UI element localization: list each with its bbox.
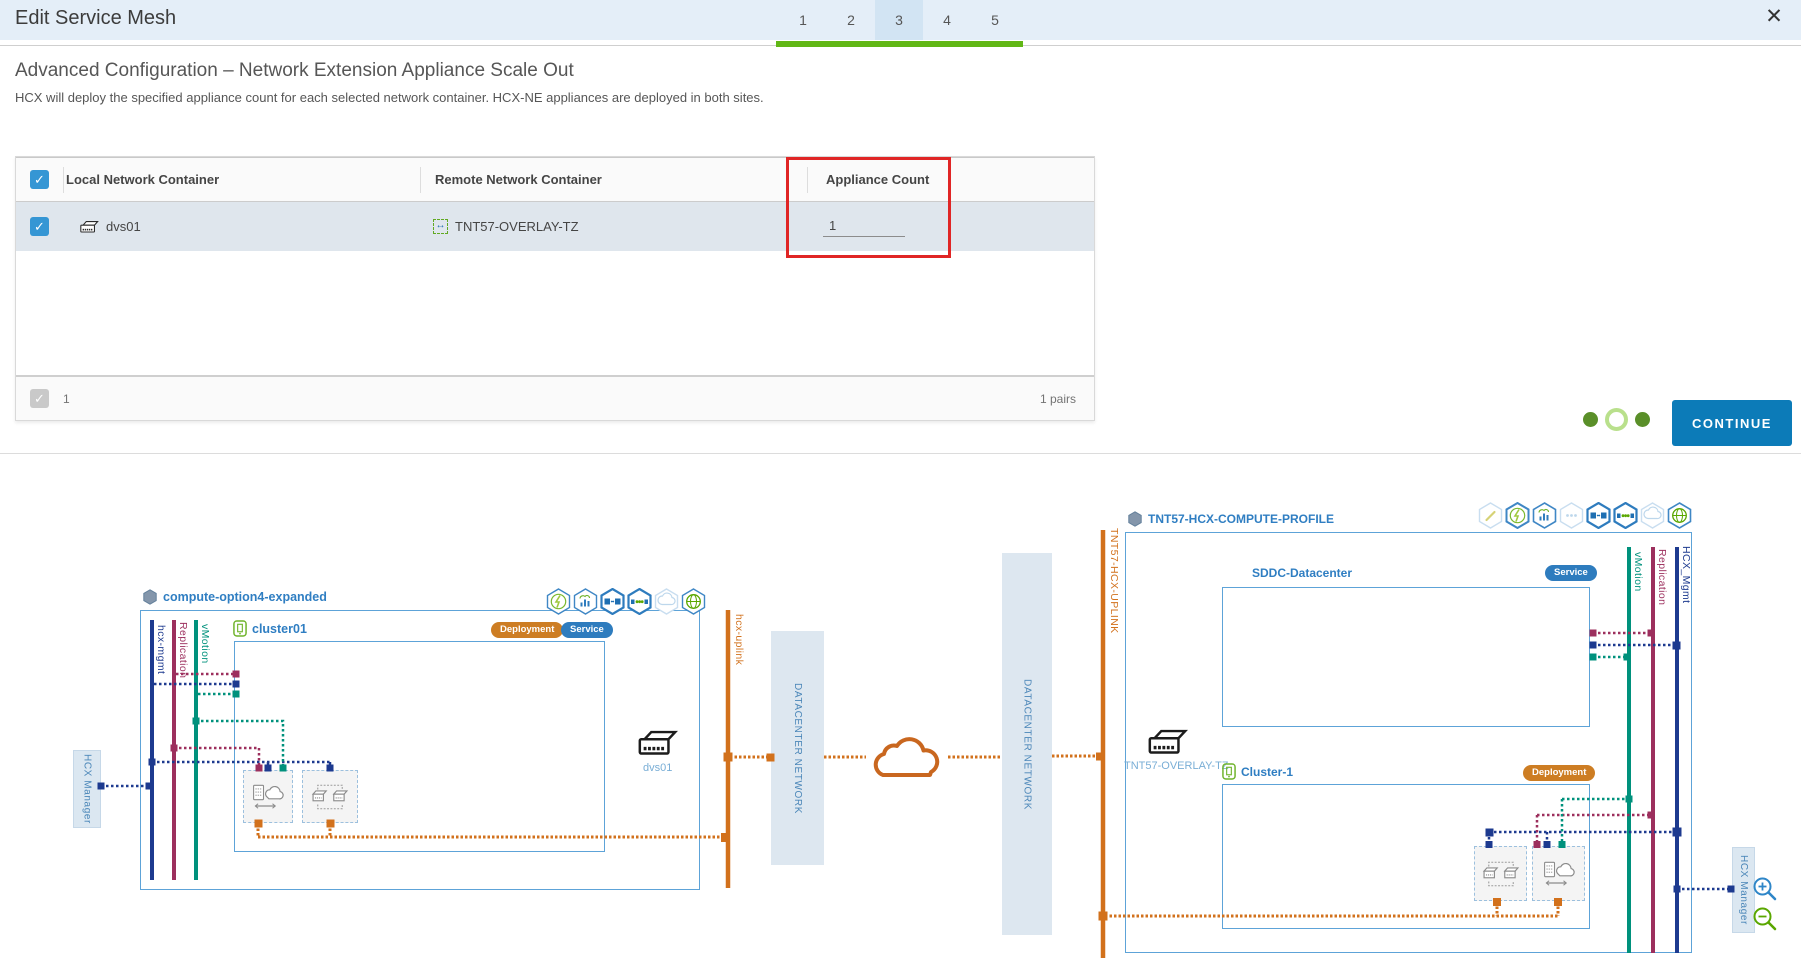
- deployment-badge: Deployment: [491, 622, 564, 638]
- appliance-count-input[interactable]: [823, 216, 905, 237]
- select-all-checkbox[interactable]: [30, 170, 49, 189]
- left-uplink-label: hcx-uplink: [733, 614, 745, 666]
- transport-zone-icon: ↔: [433, 219, 448, 234]
- traffic-dots-hex-icon[interactable]: [627, 588, 652, 615]
- left-net-label-replication: Replication: [177, 622, 189, 679]
- table-header-row: Local Network Container Remote Network C…: [16, 157, 1094, 202]
- ix-appliance-icon: [1543, 861, 1575, 886]
- right-net-label-vmotion: vMotion: [1632, 552, 1644, 592]
- row-checkbox[interactable]: [30, 217, 49, 236]
- right-cluster-title: Cluster-1: [1222, 763, 1293, 780]
- right-profile-title: TNT57-HCX-COMPUTE-PROFILE: [1128, 511, 1334, 527]
- step-2[interactable]: 2: [827, 0, 875, 40]
- service-badge: Service: [1545, 565, 1597, 581]
- local-container-name: dvs01: [106, 219, 141, 234]
- right-ne-appliance-box: [1474, 846, 1527, 901]
- overlay-tz-label: TNT57-OVERLAY-TZ: [1124, 760, 1229, 772]
- table-row[interactable]: dvs01 ↔ TNT57-OVERLAY-TZ: [16, 202, 1094, 251]
- page-title: Edit Service Mesh: [15, 7, 177, 29]
- network-extension-hex-icon[interactable]: [600, 588, 625, 615]
- column-header-remote: Remote Network Container: [435, 172, 602, 187]
- cloud-hex-icon[interactable]: [654, 588, 679, 615]
- right-net-label-mgmt: HCX_Mgmt: [1680, 546, 1692, 604]
- selected-count: 1: [63, 391, 70, 406]
- section-heading: Advanced Configuration – Network Extensi…: [15, 60, 574, 81]
- step-1[interactable]: 1: [779, 0, 827, 40]
- section-description: HCX will deploy the specified appliance …: [15, 90, 764, 105]
- dvs01-switch-icon: [638, 730, 678, 755]
- sddc-datacenter-title: SDDC-Datacenter: [1252, 566, 1353, 580]
- progress-dot-active: [1605, 408, 1628, 431]
- ne-appliance-icon: [1482, 861, 1519, 886]
- cluster-icon: [233, 620, 247, 637]
- left-cluster-title: cluster01: [233, 620, 307, 637]
- left-service-icon-row: [546, 588, 706, 615]
- left-ne-appliance-box: [302, 770, 358, 823]
- cloud-wan-icon: [873, 737, 940, 777]
- wan-chart-hex-icon[interactable]: [573, 588, 598, 615]
- ix-appliance-icon: [253, 784, 284, 809]
- left-datacenter-network-box: DATACENTER NETWORK: [771, 631, 824, 865]
- wizard-progress-bar: [776, 41, 1023, 47]
- table-empty-area: [16, 251, 1094, 375]
- panel-divider: [0, 453, 1801, 454]
- power-hex-icon[interactable]: [1505, 502, 1530, 529]
- progress-dot: [1583, 412, 1598, 427]
- dots-faint-hex-icon[interactable]: [1559, 502, 1584, 529]
- table-footer: 1 1 pairs: [16, 375, 1094, 420]
- column-header-local: Local Network Container: [66, 172, 220, 187]
- network-container-table: Local Network Container Remote Network C…: [15, 156, 1095, 421]
- switch-icon: [80, 220, 99, 233]
- hexagon-profile-icon: [143, 589, 157, 605]
- right-net-label-replication: Replication: [1656, 549, 1668, 606]
- sddc-datacenter-box: [1222, 587, 1590, 727]
- globe-hex-icon[interactable]: [681, 588, 706, 615]
- step-3-active[interactable]: 3: [875, 0, 923, 40]
- dvs01-label: dvs01: [643, 762, 673, 774]
- service-badge: Service: [561, 622, 613, 638]
- left-hcx-manager-box: HCX Manager: [73, 750, 101, 828]
- right-uplink-label: TNT57-HCX-UPLINK: [1108, 528, 1120, 634]
- right-service-icon-row: [1478, 502, 1692, 529]
- column-header-count: Appliance Count: [826, 172, 930, 187]
- cloud-hex-icon[interactable]: [1640, 502, 1665, 529]
- traffic-dots-hex-icon[interactable]: [1613, 502, 1638, 529]
- globe-hex-icon[interactable]: [1667, 502, 1692, 529]
- left-net-label-mgmt: hcx-mgmt: [155, 625, 167, 675]
- left-ix-appliance-box: [243, 770, 293, 823]
- wizard-steps: 1 2 3 4 5: [779, 0, 1019, 40]
- footer-checkbox-icon: [30, 389, 49, 408]
- overlay-tz-switch-icon: [1148, 729, 1188, 754]
- close-icon[interactable]: ✕: [1761, 4, 1787, 30]
- deployment-badge: Deployment: [1523, 765, 1596, 781]
- power-hex-icon[interactable]: [546, 588, 571, 615]
- continue-button[interactable]: CONTINUE: [1672, 400, 1792, 446]
- step-5[interactable]: 5: [971, 0, 1019, 40]
- progress-dot: [1635, 412, 1650, 427]
- right-datacenter-network-box: DATACENTER NETWORK: [1002, 553, 1052, 935]
- wan-chart-hex-icon[interactable]: [1532, 502, 1557, 529]
- hexagon-profile-icon: [1128, 511, 1142, 527]
- zoom-in-icon[interactable]: [1752, 876, 1778, 902]
- right-ix-appliance-box: [1532, 846, 1585, 901]
- left-net-label-vmotion: vMotion: [199, 624, 211, 664]
- ne-appliance-icon: [311, 784, 349, 809]
- left-profile-title: compute-option4-expanded: [143, 589, 327, 605]
- wizard-header: Edit Service Mesh 1 2 3 4 5 ✕: [0, 0, 1801, 40]
- progress-dots: [1583, 408, 1650, 431]
- remote-container-name: TNT57-OVERLAY-TZ: [455, 219, 579, 234]
- cluster-icon: [1222, 763, 1236, 780]
- right-hcx-manager-label: HCX Manager: [1738, 855, 1749, 925]
- pairs-count: 1 pairs: [1039, 391, 1076, 406]
- edit-hex-icon[interactable]: [1478, 502, 1503, 529]
- step-4[interactable]: 4: [923, 0, 971, 40]
- network-extension-hex-icon[interactable]: [1586, 502, 1611, 529]
- zoom-out-icon[interactable]: [1752, 906, 1778, 932]
- left-hcx-manager-label: HCX Manager: [81, 754, 93, 824]
